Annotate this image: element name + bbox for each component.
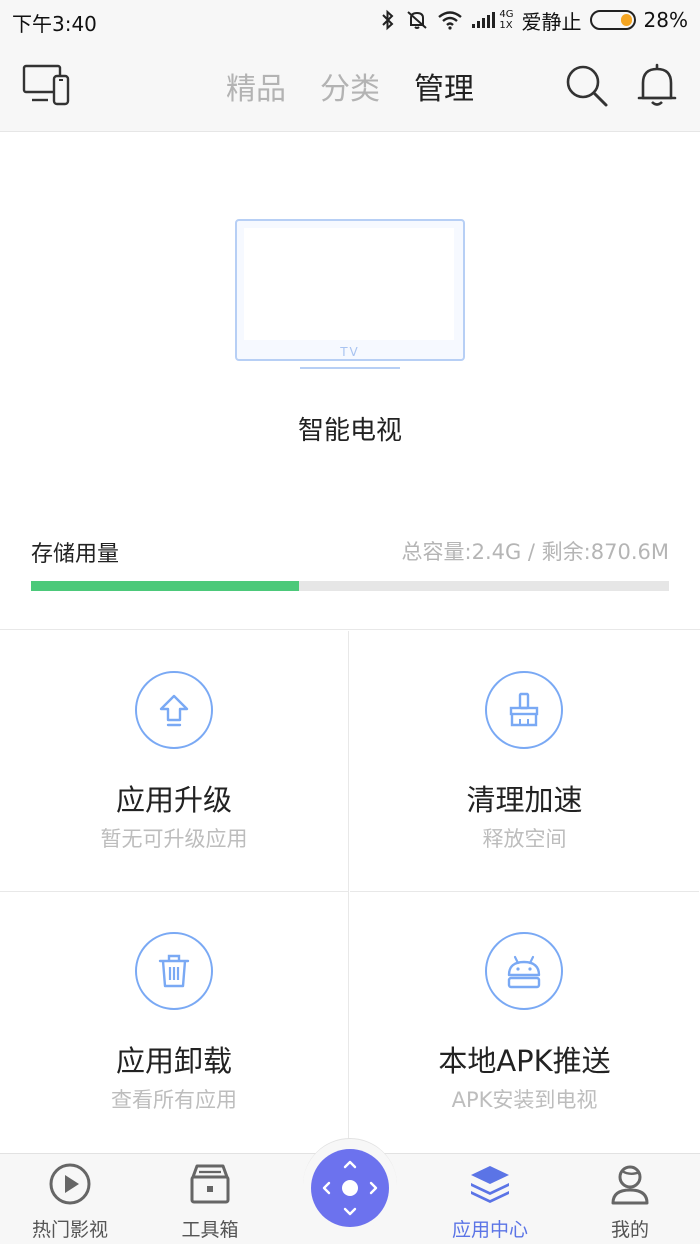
feature-icon-circle bbox=[135, 932, 213, 1010]
signal-icon bbox=[472, 12, 496, 28]
nav-item-hot-videos[interactable]: 热门影视 bbox=[0, 1154, 140, 1244]
nav-label: 我的 bbox=[610, 1219, 649, 1241]
tab-1[interactable]: 分类 bbox=[320, 64, 380, 108]
feature-icon-circle bbox=[485, 932, 563, 1010]
battery-fill bbox=[620, 14, 632, 26]
feature-subtitle: 释放空间 bbox=[482, 827, 567, 851]
user-icon bbox=[611, 1165, 649, 1205]
battery-icon bbox=[589, 10, 636, 30]
battery-percent: 28% bbox=[643, 8, 688, 32]
layers-icon bbox=[471, 1166, 509, 1203]
device-name: 智能电视 bbox=[297, 416, 402, 446]
feature-apk-push[interactable]: 本地APK推送 APK安装到电视 bbox=[350, 892, 699, 1153]
feature-subtitle: APK安装到电视 bbox=[451, 1088, 598, 1112]
nav-item-mine[interactable]: 我的 bbox=[560, 1154, 700, 1244]
feature-title: 应用升级 bbox=[115, 783, 232, 817]
search-icon[interactable] bbox=[565, 64, 609, 108]
broom-icon bbox=[509, 692, 539, 727]
feature-clean-speedup[interactable]: 清理加速 释放空间 bbox=[350, 631, 699, 892]
feature-title: 清理加速 bbox=[466, 783, 583, 817]
android-icon bbox=[507, 955, 541, 989]
nav-label: 热门影视 bbox=[31, 1219, 108, 1241]
toolbox-icon bbox=[190, 1164, 230, 1204]
nav-label: 应用中心 bbox=[451, 1219, 528, 1241]
dpad-icon bbox=[322, 1160, 378, 1216]
network-type: 4G 1X bbox=[499, 9, 514, 31]
upgrade-icon bbox=[159, 694, 189, 727]
status-time: 下午3:40 bbox=[12, 12, 97, 36]
bell-icon[interactable] bbox=[636, 62, 678, 108]
tv-screen-label: TV bbox=[339, 345, 360, 359]
status-bar: 下午3:40 4G 1X 爱静止 28% bbox=[0, 0, 700, 40]
tab-2[interactable]: 管理 bbox=[414, 64, 474, 108]
feature-icon-circle bbox=[485, 671, 563, 749]
storage-progress-fill bbox=[31, 581, 299, 591]
nav-item-app-center[interactable]: 应用中心 bbox=[420, 1154, 560, 1244]
play-circle-icon bbox=[49, 1163, 91, 1205]
storage-label: 存储用量 bbox=[31, 542, 120, 567]
feature-subtitle: 查看所有应用 bbox=[111, 1088, 237, 1112]
device-section: TV 智能电视 bbox=[0, 132, 700, 462]
device-connect-icon[interactable] bbox=[22, 62, 72, 110]
tab-0[interactable]: 精品 bbox=[226, 64, 286, 108]
wifi-icon bbox=[438, 11, 463, 30]
trash-icon bbox=[158, 954, 190, 988]
feature-title: 应用卸载 bbox=[115, 1044, 232, 1078]
app-header: 精品 分类 管理 bbox=[0, 40, 700, 132]
feature-title: 本地APK推送 bbox=[438, 1044, 611, 1078]
feature-grid: 应用升级 暂无可升级应用 清理加速 释放空间 应用卸载 查看所有应用 本地APK… bbox=[0, 631, 700, 1153]
feature-subtitle: 暂无可升级应用 bbox=[100, 827, 248, 851]
remote-control-button[interactable] bbox=[311, 1149, 389, 1227]
carrier-name: 爱静止 bbox=[521, 9, 582, 34]
feature-app-uninstall[interactable]: 应用卸载 查看所有应用 bbox=[0, 892, 349, 1153]
mute-icon bbox=[407, 11, 428, 29]
status-icons: 4G 1X 爱静止 28% bbox=[379, 6, 688, 34]
nav-item-toolbox[interactable]: 工具箱 bbox=[140, 1154, 280, 1244]
tv-icon: TV bbox=[235, 219, 465, 369]
nav-label: 工具箱 bbox=[181, 1219, 239, 1241]
bluetooth-icon bbox=[382, 9, 394, 31]
feature-icon-circle bbox=[135, 671, 213, 749]
storage-usage: 存储用量 总容量:2.4G / 剩余:870.6M bbox=[0, 520, 700, 630]
feature-app-upgrade[interactable]: 应用升级 暂无可升级应用 bbox=[0, 631, 349, 892]
storage-progress-bar bbox=[31, 581, 669, 591]
storage-info: 总容量:2.4G / 剩余:870.6M bbox=[401, 540, 669, 564]
